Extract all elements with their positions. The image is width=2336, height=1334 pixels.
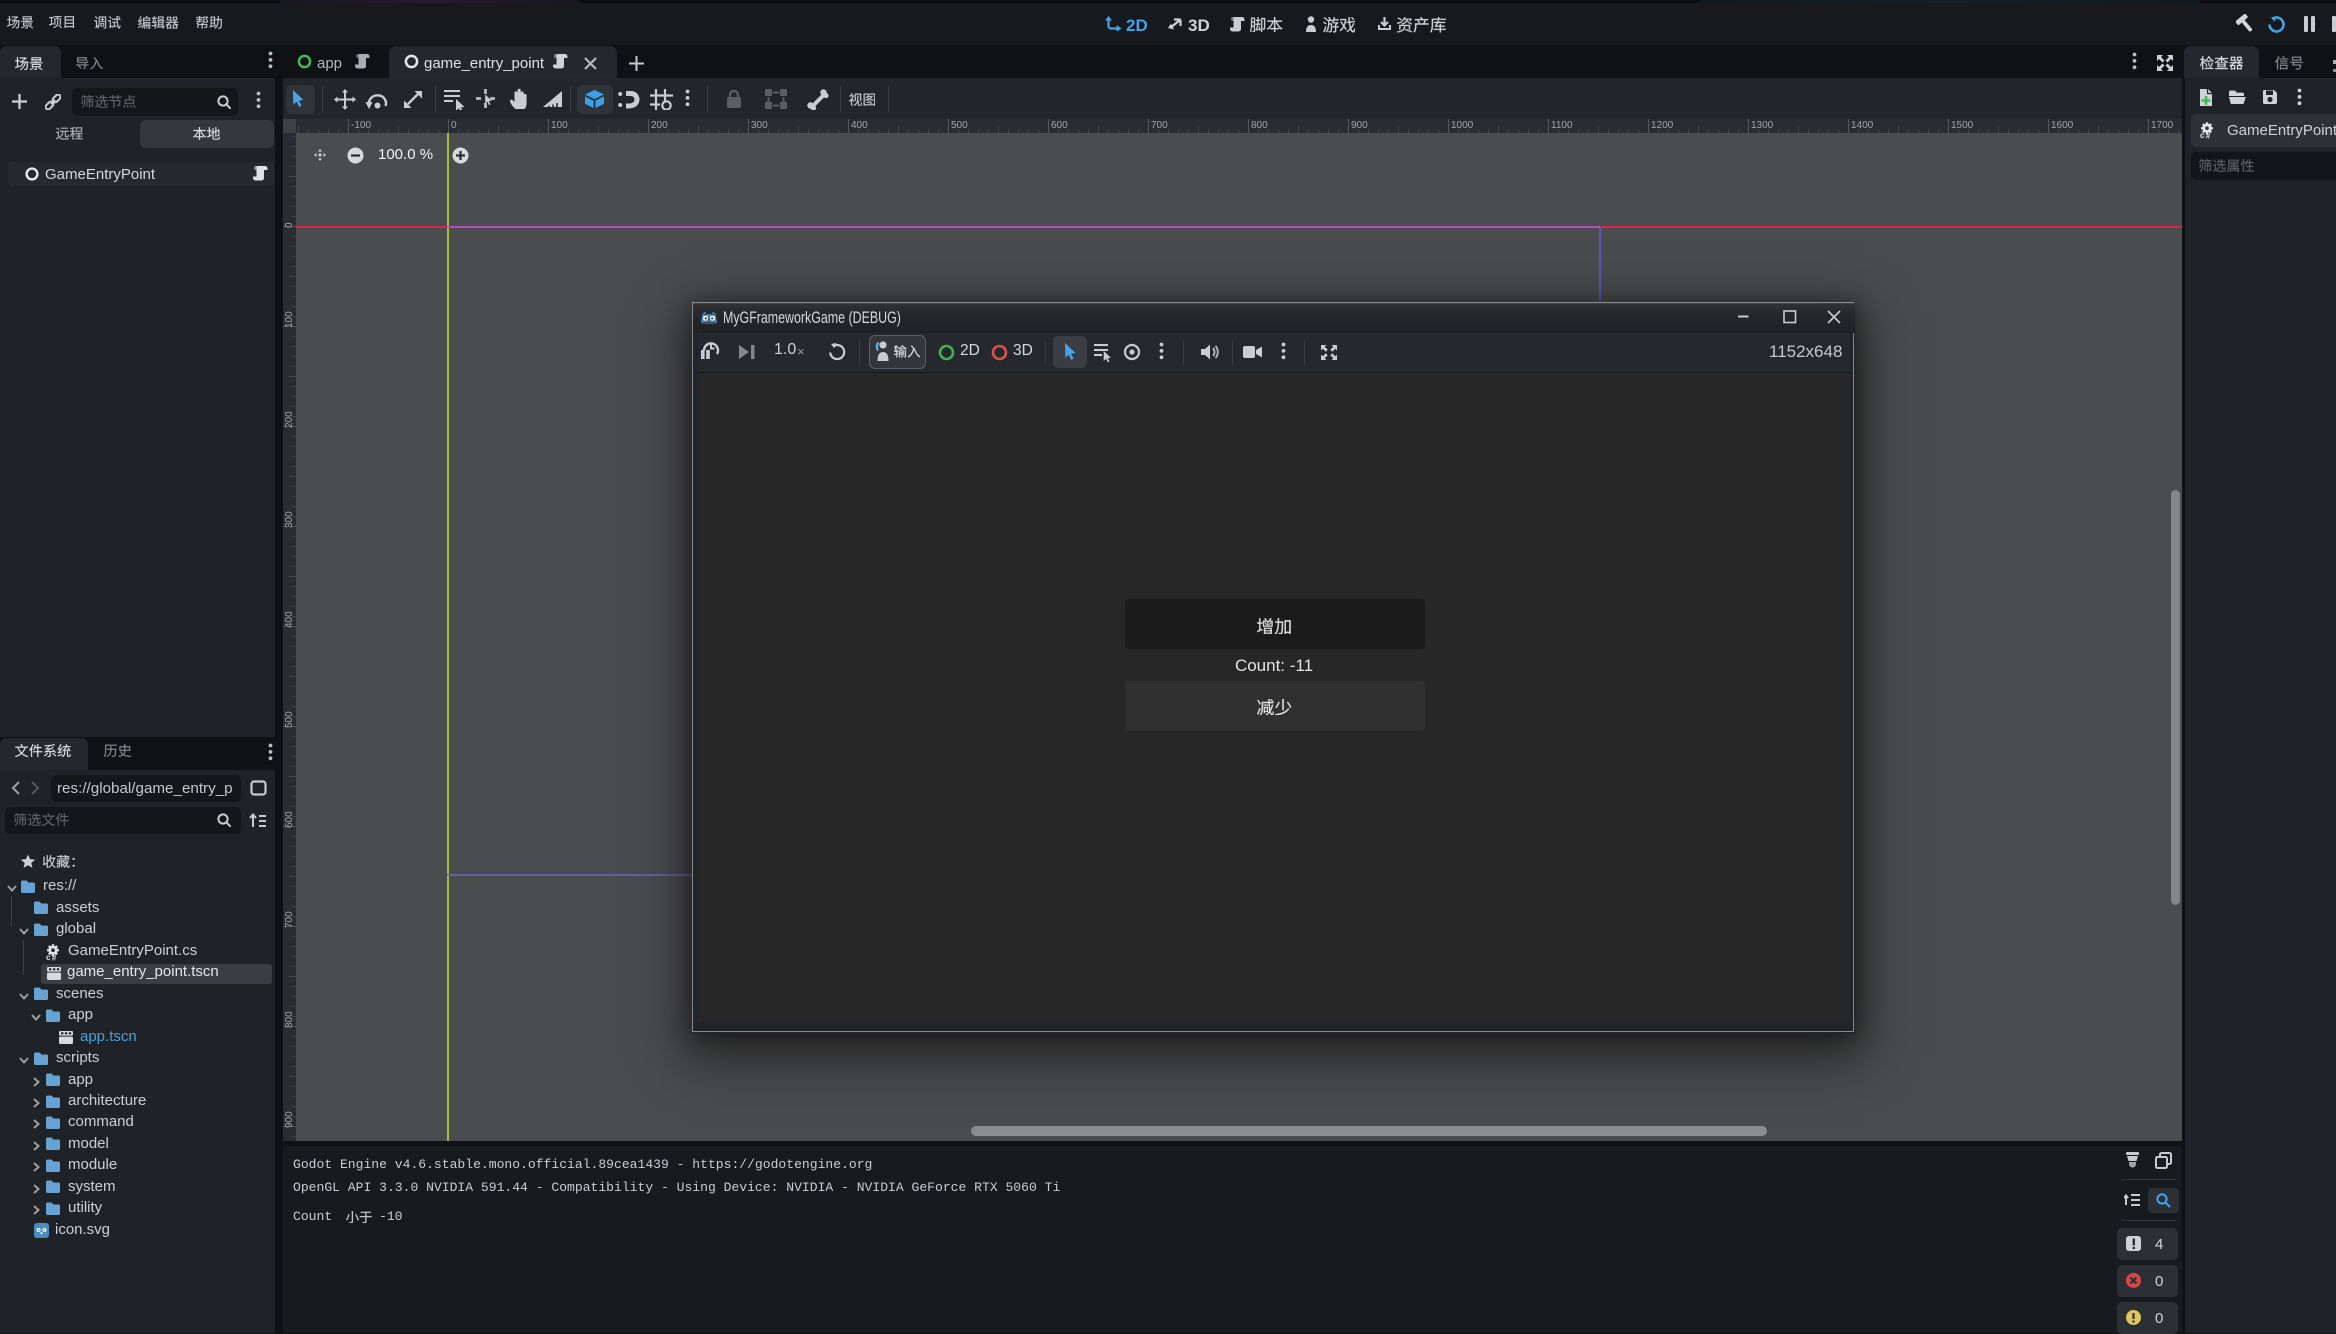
svg-text:c: c xyxy=(2200,131,2205,139)
svg-text:#: # xyxy=(2206,132,2211,140)
svg-text:#: # xyxy=(52,954,57,962)
svg-text:c: c xyxy=(46,953,51,961)
